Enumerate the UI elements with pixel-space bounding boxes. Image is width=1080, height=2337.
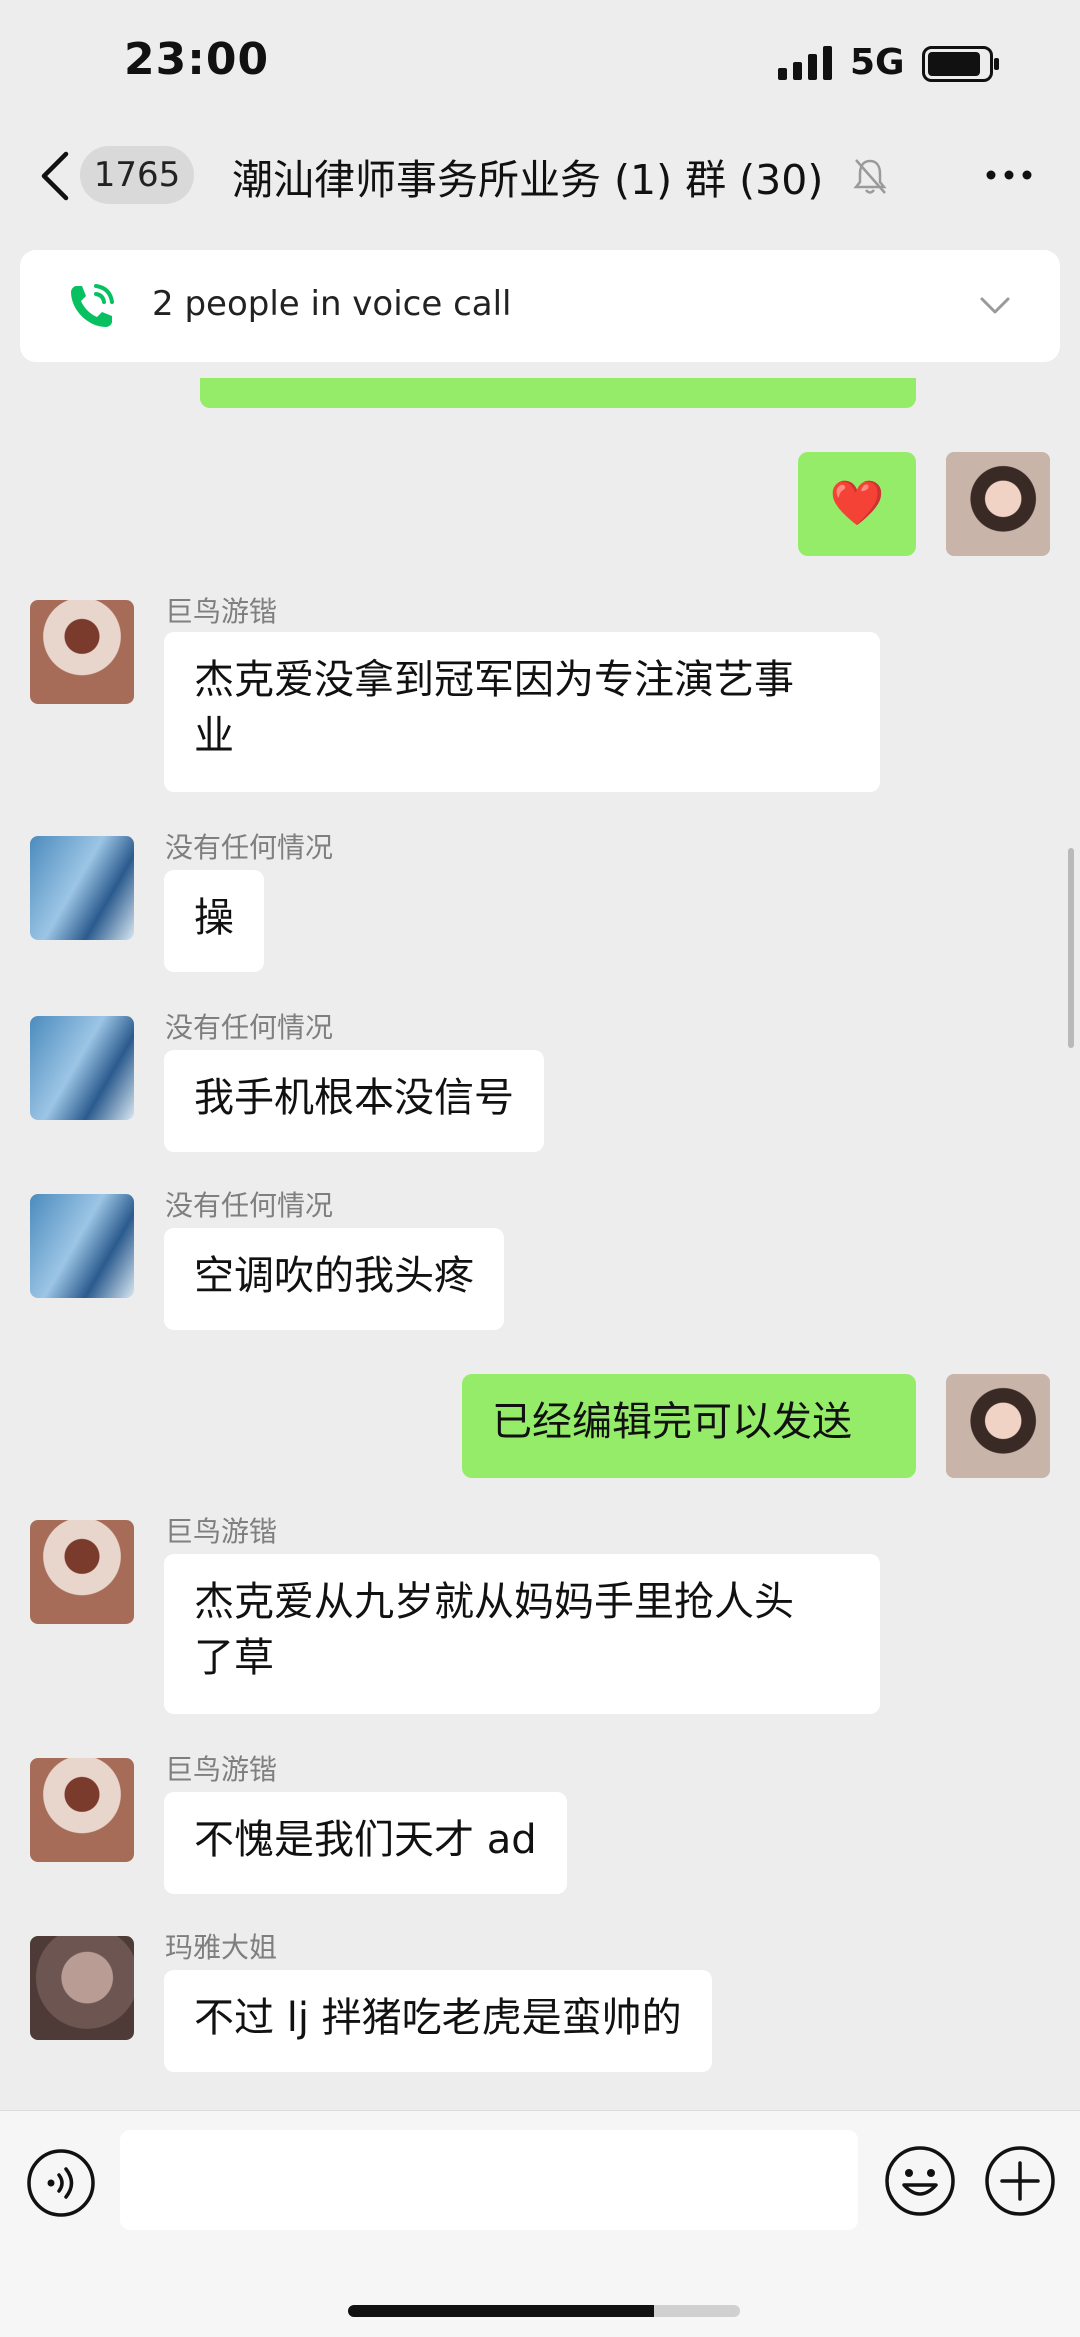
sender-avatar[interactable] [30, 1016, 134, 1120]
message-bubble[interactable]: 操 [164, 870, 264, 972]
add-more-icon[interactable] [984, 2145, 1056, 2217]
sender-name: 巨鸟游锴 [165, 1515, 278, 1548]
sender-name: 没有任何情况 [165, 1011, 334, 1044]
message-bubble[interactable]: 不过 lj 拌猪吃老虎是蛮帅的 [164, 1970, 712, 2072]
sender-avatar[interactable] [30, 1520, 134, 1624]
message-text: 不过 lj 拌猪吃老虎是蛮帅的 [194, 1995, 682, 2041]
sender-name: 巨鸟游锴 [165, 595, 278, 628]
sender-avatar[interactable] [30, 1194, 134, 1298]
voice-call-banner[interactable]: 2 people in voice call [20, 250, 1060, 362]
network-type: 5G [850, 42, 905, 83]
voice-call-phone-icon [71, 284, 114, 327]
message-text: 操 [194, 895, 234, 941]
battery-icon [922, 46, 999, 82]
message-bubble[interactable]: 杰克爱没拿到冠军因为专注演艺事 业 [164, 632, 880, 792]
home-indicator[interactable] [348, 2305, 740, 2317]
voice-call-text: 2 people in voice call [152, 284, 512, 324]
more-options-icon[interactable] [984, 166, 1034, 184]
sender-name: 巨鸟游锴 [165, 1753, 278, 1786]
partial-message-bubble [200, 378, 916, 408]
message-text-line: 业 [194, 713, 234, 759]
my-avatar[interactable] [946, 1374, 1050, 1478]
chevron-down-icon[interactable] [978, 290, 1012, 320]
message-bubble[interactable]: 杰克爱从九岁就从妈妈手里抢人头 了草 [164, 1554, 880, 1714]
message-text-line: 了草 [194, 1635, 274, 1681]
my-message-bubble[interactable]: 已经编辑完可以发送 [462, 1374, 916, 1478]
chat-scrollbar[interactable] [1068, 848, 1074, 1048]
sender-name: 玛雅大姐 [165, 1931, 278, 1964]
message-input[interactable] [120, 2130, 858, 2230]
message-text-line: 杰克爱没拿到冠军因为专注演艺事 [194, 657, 794, 703]
message-text: 空调吹的我头疼 [194, 1253, 474, 1299]
message-text: 已经编辑完可以发送 [492, 1399, 852, 1445]
message-text-line: 杰克爱从九岁就从妈妈手里抢人头 [194, 1579, 794, 1625]
status-time: 23:00 [124, 34, 270, 85]
message-bubble[interactable]: 不愧是我们天才 ad [164, 1792, 567, 1894]
sender-avatar[interactable] [30, 1936, 134, 2040]
sender-avatar[interactable] [30, 1758, 134, 1862]
emoji-icon[interactable] [884, 2145, 956, 2217]
message-text: 不愧是我们天才 ad [194, 1817, 537, 1863]
signal-strength-icon [778, 44, 836, 80]
mute-bell-icon [853, 159, 887, 194]
sender-avatar[interactable] [30, 600, 134, 704]
my-avatar[interactable] [946, 452, 1050, 556]
heart-emoji: ❤️ [829, 478, 885, 529]
voice-input-icon[interactable] [26, 2148, 96, 2218]
my-message-bubble[interactable]: ❤️ [798, 452, 916, 556]
unread-count-badge[interactable]: 1765 [80, 146, 194, 204]
message-text: 我手机根本没信号 [194, 1075, 514, 1121]
sender-name: 没有任何情况 [165, 831, 334, 864]
message-bubble[interactable]: 我手机根本没信号 [164, 1050, 544, 1152]
sender-avatar[interactable] [30, 836, 134, 940]
sender-name: 没有任何情况 [165, 1189, 334, 1222]
message-bubble[interactable]: 空调吹的我头疼 [164, 1228, 504, 1330]
back-arrow-icon[interactable] [38, 150, 72, 202]
chat-title: 潮汕律师事务所业务 (1) 群 (30) [232, 156, 824, 204]
